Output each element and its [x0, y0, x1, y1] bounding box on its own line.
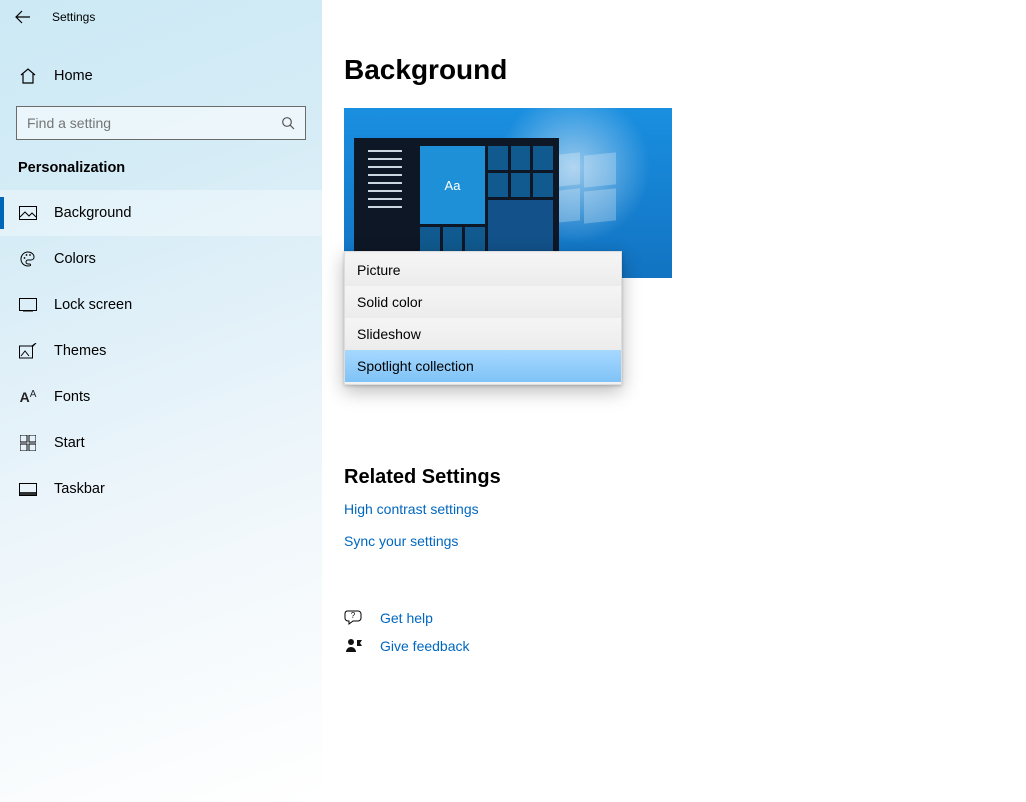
sidebar-item-lock-screen[interactable]: Lock screen: [0, 282, 322, 328]
picture-icon: [18, 206, 38, 220]
sidebar-item-themes[interactable]: Themes: [0, 328, 322, 374]
search-box[interactable]: [16, 106, 306, 140]
sidebar-item-label: Taskbar: [54, 481, 105, 497]
get-help-link[interactable]: Get help: [380, 610, 433, 626]
category-heading: Personalization: [0, 154, 322, 190]
dropdown-option-picture[interactable]: Picture: [345, 254, 621, 286]
link-high-contrast[interactable]: High contrast settings: [344, 501, 479, 517]
themes-icon: [18, 343, 38, 359]
feedback-icon: [344, 637, 364, 655]
get-help-row[interactable]: ? Get help: [344, 609, 1004, 627]
sidebar-item-colors[interactable]: Colors: [0, 236, 322, 282]
sidebar-item-label: Background: [54, 205, 131, 221]
lock-screen-icon: [18, 298, 38, 312]
page-title: Background: [344, 54, 1004, 86]
sidebar-item-label: Fonts: [54, 389, 90, 405]
dropdown-option-spotlight[interactable]: Spotlight collection: [345, 350, 621, 382]
sidebar: Home Personalization Background Colors L…: [0, 0, 322, 802]
svg-text:?: ?: [351, 611, 356, 620]
taskbar-icon: [18, 483, 38, 496]
palette-icon: [18, 250, 38, 268]
window-title: Settings: [46, 10, 95, 24]
feedback-row[interactable]: Give feedback: [344, 637, 1004, 655]
sidebar-item-background[interactable]: Background: [0, 190, 322, 236]
sidebar-item-label: Start: [54, 435, 85, 451]
titlebar: Settings: [0, 0, 1026, 34]
home-label: Home: [54, 68, 93, 84]
related-settings-heading: Related Settings: [344, 466, 1004, 489]
dropdown-option-solid-color[interactable]: Solid color: [345, 286, 621, 318]
home-icon: [18, 67, 38, 85]
background-dropdown[interactable]: Picture Solid color Slideshow Spotlight …: [344, 251, 622, 385]
sidebar-item-label: Lock screen: [54, 297, 132, 313]
sidebar-item-start[interactable]: Start: [0, 420, 322, 466]
arrow-left-icon: [15, 9, 31, 25]
sidebar-item-label: Colors: [54, 251, 96, 267]
dropdown-option-slideshow[interactable]: Slideshow: [345, 318, 621, 350]
link-sync-settings[interactable]: Sync your settings: [344, 533, 458, 549]
search-icon: [271, 116, 305, 131]
feedback-link[interactable]: Give feedback: [380, 638, 470, 654]
preview-sample-text: Aa: [420, 146, 485, 224]
back-button[interactable]: [0, 0, 46, 34]
sidebar-item-label: Themes: [54, 343, 106, 359]
sidebar-item-fonts[interactable]: AA Fonts: [0, 374, 322, 420]
main-panel: Background Aa Related Settings High cont…: [322, 0, 1026, 802]
search-input[interactable]: [17, 115, 271, 131]
fonts-icon: AA: [18, 389, 38, 405]
home-link[interactable]: Home: [0, 54, 322, 98]
sidebar-item-taskbar[interactable]: Taskbar: [0, 466, 322, 512]
start-icon: [18, 435, 38, 451]
help-icon: ?: [344, 609, 364, 627]
